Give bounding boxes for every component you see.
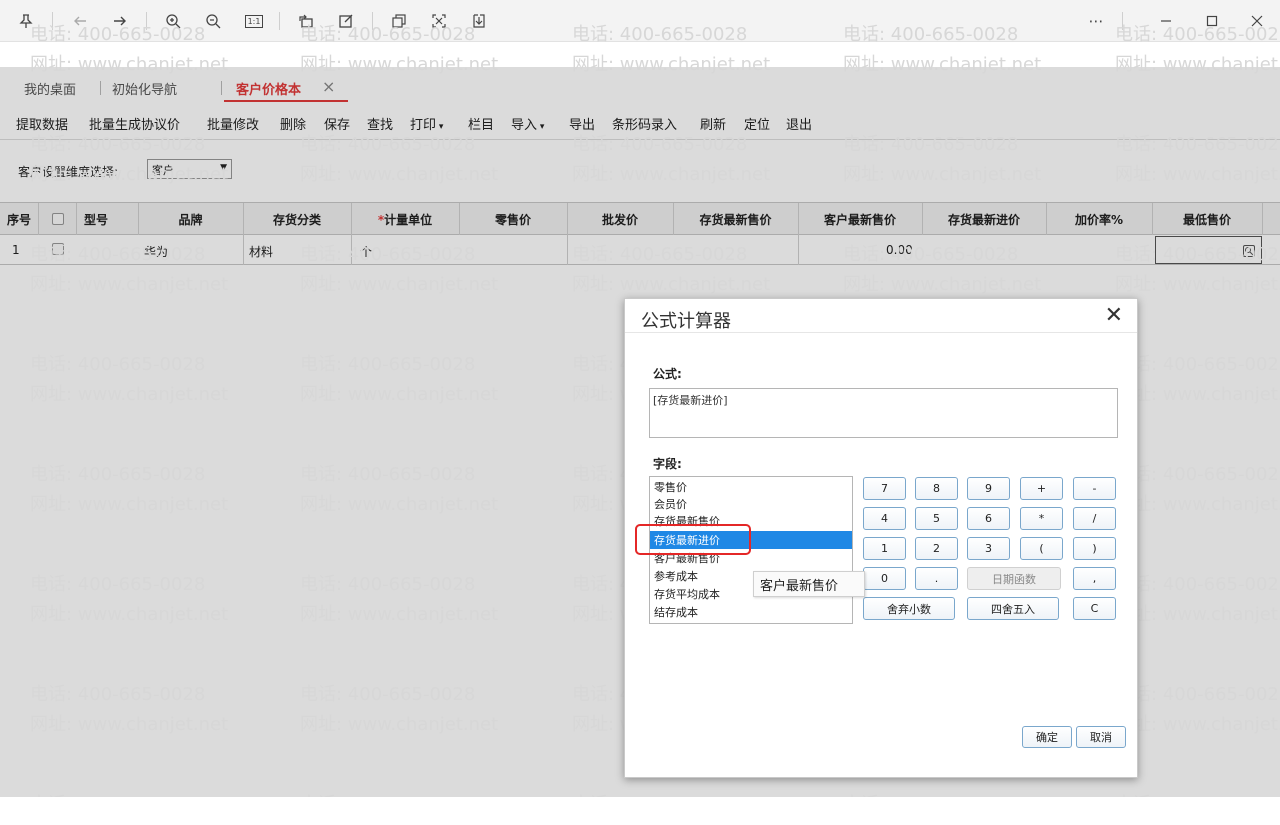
key-8[interactable]: 8 [915,477,958,500]
dialog-close-icon[interactable]: ✕ [1105,303,1123,328]
zoom-out-icon[interactable] [201,9,225,33]
key-0[interactable]: 0 [863,567,906,590]
list-item[interactable]: 参考成本 [654,568,698,584]
cancel-button[interactable]: 取消 [1076,726,1126,748]
fields-label: 字段: [653,457,682,471]
key-3[interactable]: 3 [967,537,1010,560]
key-5[interactable]: 5 [915,507,958,530]
key-7[interactable]: 7 [863,477,906,500]
dialog-title: 公式计算器 [641,311,731,332]
key-minus[interactable]: - [1073,477,1116,500]
more-icon[interactable]: ⋯ [1084,9,1108,33]
viewer-toolbar: 1:1 ⋯ [0,0,1280,42]
key-plus[interactable]: + [1020,477,1063,500]
clear-button[interactable]: C [1073,597,1116,620]
download-icon[interactable] [467,9,491,33]
forward-arrow-icon[interactable] [108,9,132,33]
maximize-icon[interactable] [1200,9,1224,33]
key-multiply[interactable]: * [1020,507,1063,530]
pin-icon[interactable] [14,9,38,33]
key-1[interactable]: 1 [863,537,906,560]
back-arrow-icon[interactable] [68,9,92,33]
key-9[interactable]: 9 [967,477,1010,500]
field-tooltip: 客户最新售价 [753,571,865,597]
minimize-icon[interactable] [1154,9,1178,33]
round-half-button[interactable]: 四舍五入 [967,597,1059,620]
formula-label: 公式: [653,367,682,381]
list-item[interactable]: 结存成本 [654,604,698,620]
edit-icon[interactable] [334,9,358,33]
zoom-in-icon[interactable] [161,9,185,33]
viewer-bottom [0,797,1280,825]
list-item[interactable]: 零售价 [654,479,687,495]
selection-highlight-ring [635,524,751,555]
key-divide[interactable]: / [1073,507,1116,530]
close-icon[interactable] [1245,9,1269,33]
formula-input[interactable]: [存货最新进价] [649,388,1118,438]
ocr-icon[interactable] [387,9,411,33]
key-close-paren[interactable]: ) [1073,537,1116,560]
truncate-decimal-button[interactable]: 舍弃小数 [863,597,955,620]
key-open-paren[interactable]: ( [1020,537,1063,560]
rotate-icon[interactable] [294,9,318,33]
key-6[interactable]: 6 [967,507,1010,530]
ok-button[interactable]: 确定 [1022,726,1072,748]
key-4[interactable]: 4 [863,507,906,530]
key-dot[interactable]: . [915,567,958,590]
crop-icon[interactable] [427,9,451,33]
key-2[interactable]: 2 [915,537,958,560]
date-function-button[interactable]: 日期函数 [967,567,1061,590]
list-item[interactable]: 会员价 [654,496,687,512]
key-comma[interactable]: , [1073,567,1116,590]
actual-size-icon[interactable]: 1:1 [242,9,266,33]
list-item[interactable]: 存货平均成本 [654,586,720,602]
